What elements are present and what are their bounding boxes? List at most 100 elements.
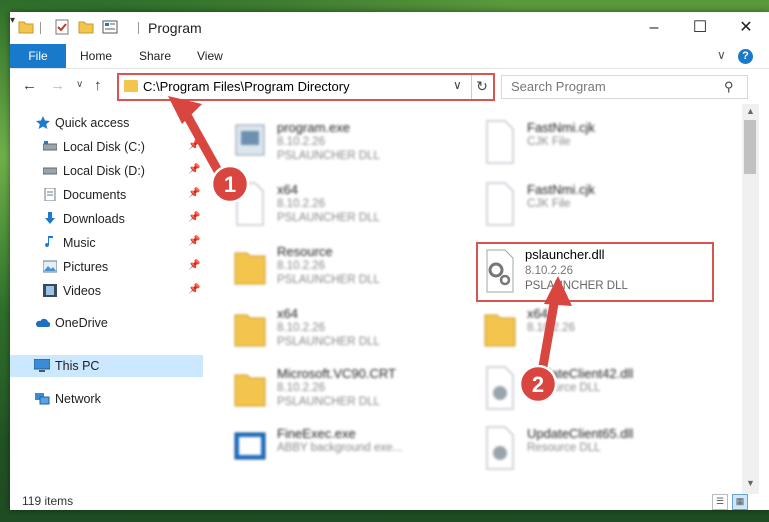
sidebar-item-music[interactable]: Music 📌	[10, 232, 203, 254]
pin-icon[interactable]: 📌	[188, 260, 200, 271]
up-arrow-icon[interactable]: ↑	[94, 77, 102, 94]
address-dropdown-chevron-icon[interactable]: ∨	[453, 78, 462, 92]
sidebar-item-onedrive[interactable]: OneDrive	[10, 312, 203, 334]
address-path[interactable]: C:\Program Files\Program Directory	[143, 79, 350, 94]
file-name: program.exe	[277, 120, 350, 135]
folder-icon	[234, 252, 266, 285]
file-version: 8.10.2.26	[277, 322, 325, 334]
pin-icon[interactable]: 📌	[188, 164, 200, 175]
sidebar-item-label: Videos	[63, 284, 101, 298]
drive-icon	[43, 141, 57, 151]
search-placeholder: Search Program	[511, 79, 606, 94]
sidebar-item-label: Local Disk (D:)	[63, 164, 145, 178]
dll-gear-icon	[486, 249, 514, 293]
sidebar-item-network[interactable]: Network	[10, 388, 203, 410]
scroll-down-arrow-icon[interactable]: ▼	[746, 478, 755, 488]
cloud-icon	[36, 318, 50, 327]
file-item[interactable]: FastNmi.cjk CJK File	[453, 176, 713, 236]
tab-home[interactable]: Home	[80, 44, 112, 68]
sidebar-item-downloads[interactable]: Downloads 📌	[10, 208, 203, 230]
pin-icon[interactable]: 📌	[188, 284, 200, 295]
sidebar-item-label: Pictures	[63, 260, 109, 274]
file-item[interactable]: FineExec.exe ABBY background exe...	[203, 420, 463, 480]
file-name: FastNmi.cjk	[527, 120, 595, 135]
file-item[interactable]: x64 8.10.2.26	[453, 300, 713, 360]
refresh-icon[interactable]: ↻	[471, 75, 492, 99]
file-item[interactable]: FastNmi.cjk CJK File	[453, 114, 713, 174]
file-item[interactable]: UpdateClient65.dll Resource DLL	[453, 420, 713, 480]
folder-icon	[484, 314, 516, 347]
status-bar: 119 items ☰ ▦	[10, 494, 769, 510]
sidebar-item-documents[interactable]: Documents 📌	[10, 184, 203, 206]
address-bar[interactable]: C:\Program Files\Program Directory ∨ ↻	[117, 73, 495, 101]
properties-check-icon[interactable]	[54, 19, 70, 35]
file-name: Resource	[277, 244, 333, 259]
dll-icon	[486, 366, 514, 410]
folder-icon	[234, 374, 266, 407]
file-icon	[486, 120, 514, 164]
customize-toolbar-chevron-icon[interactable]: ▾	[10, 15, 15, 26]
sidebar-item-this-pc[interactable]: This PC	[10, 355, 203, 377]
folder-icon[interactable]	[18, 19, 34, 35]
file-description: PSLAUNCHER DLL	[277, 274, 380, 286]
tab-share[interactable]: Share	[139, 44, 171, 68]
sidebar-item-local-disk-d[interactable]: Local Disk (D:) 📌	[10, 160, 203, 182]
file-version: Resource DLL	[527, 382, 601, 394]
sidebar-item-label: Music	[63, 236, 96, 250]
new-folder-icon[interactable]	[78, 19, 94, 35]
recent-locations-chevron-icon[interactable]: ∨	[76, 79, 83, 90]
file-item[interactable]: Resource 8.10.2.26 PSLAUNCHER DLL	[203, 238, 463, 298]
file-description: PSLAUNCHER DLL	[277, 396, 380, 408]
sidebar-item-local-disk-c[interactable]: Local Disk (C:) 📌	[10, 136, 203, 158]
tab-view[interactable]: View	[197, 44, 223, 68]
file-item[interactable]: x64 8.10.2.26 PSLAUNCHER DLL	[203, 176, 463, 236]
sidebar-item-pictures[interactable]: Pictures 📌	[10, 256, 203, 278]
scroll-up-arrow-icon[interactable]: ▲	[746, 106, 755, 116]
file-version: CJK File	[527, 198, 571, 210]
file-name: Microsoft.VC90.CRT	[277, 366, 396, 381]
tiles-view-icon[interactable]: ▦	[732, 494, 748, 510]
properties-icon[interactable]	[102, 19, 118, 35]
search-input[interactable]: Search Program ⚲	[501, 75, 748, 99]
sidebar-item-label: OneDrive	[55, 316, 108, 330]
help-button[interactable]: ?	[738, 49, 753, 64]
file-name: FastNmi.cjk	[527, 182, 595, 197]
file-item[interactable]: Microsoft.VC90.CRT 8.10.2.26 PSLAUNCHER …	[203, 360, 463, 420]
sidebar-item-quick-access[interactable]: Quick access	[10, 112, 203, 134]
file-item[interactable]: x64 8.10.2.26 PSLAUNCHER DLL	[203, 300, 463, 360]
vertical-scrollbar[interactable]: ▲ ▼	[742, 104, 759, 494]
ribbon: File Home Share View ∨ ?	[10, 44, 769, 69]
computer-icon	[34, 359, 50, 372]
file-version: ABBY background exe...	[277, 442, 403, 454]
file-name: pslauncher.dll	[525, 247, 605, 262]
file-item[interactable]: UpdateClient42.dll Resource DLL	[453, 360, 713, 420]
maximize-button[interactable]: ☐	[677, 12, 723, 44]
file-explorer-window: ▾ Program – ☐ ✕ File Home Share View ∨ ?…	[10, 12, 769, 510]
videos-icon	[43, 284, 57, 297]
file-version: 8.10.2.26	[527, 322, 575, 334]
tab-file[interactable]: File	[10, 44, 66, 68]
sidebar-item-videos[interactable]: Videos 📌	[10, 280, 203, 302]
expand-ribbon-chevron-icon[interactable]: ∨	[717, 48, 726, 62]
file-name: x64	[527, 306, 548, 321]
minimize-button[interactable]: –	[631, 12, 677, 44]
file-name: UpdateClient42.dll	[527, 366, 634, 381]
pin-icon[interactable]: 📌	[188, 188, 200, 199]
sidebar-item-label: Downloads	[63, 212, 125, 226]
pin-icon[interactable]: 📌	[188, 212, 200, 223]
navigation-pane: Quick access Local Disk (C:) 📌 Local Dis…	[10, 104, 203, 494]
pin-icon[interactable]: 📌	[188, 140, 200, 151]
file-item[interactable]: program.exe 8.10.2.26 PSLAUNCHER DLL	[203, 114, 463, 174]
file-description: PSLAUNCHER DLL	[277, 212, 380, 224]
file-description: PSLAUNCHER DLL	[277, 150, 380, 162]
file-name: x64	[277, 306, 298, 321]
search-icon[interactable]: ⚲	[724, 79, 734, 95]
pin-icon[interactable]: 📌	[188, 236, 200, 247]
details-view-icon[interactable]: ☰	[712, 494, 728, 510]
file-version: 8.10.2.26	[277, 136, 325, 148]
scrollbar-thumb[interactable]	[744, 120, 756, 174]
highlighted-file-pslauncher-dll[interactable]: pslauncher.dll 8.10.2.26 PSLAUNCHER DLL	[476, 242, 714, 302]
close-button[interactable]: ✕	[723, 12, 769, 44]
forward-arrow-icon[interactable]: →	[50, 77, 65, 94]
back-arrow-icon[interactable]: ←	[22, 77, 37, 94]
